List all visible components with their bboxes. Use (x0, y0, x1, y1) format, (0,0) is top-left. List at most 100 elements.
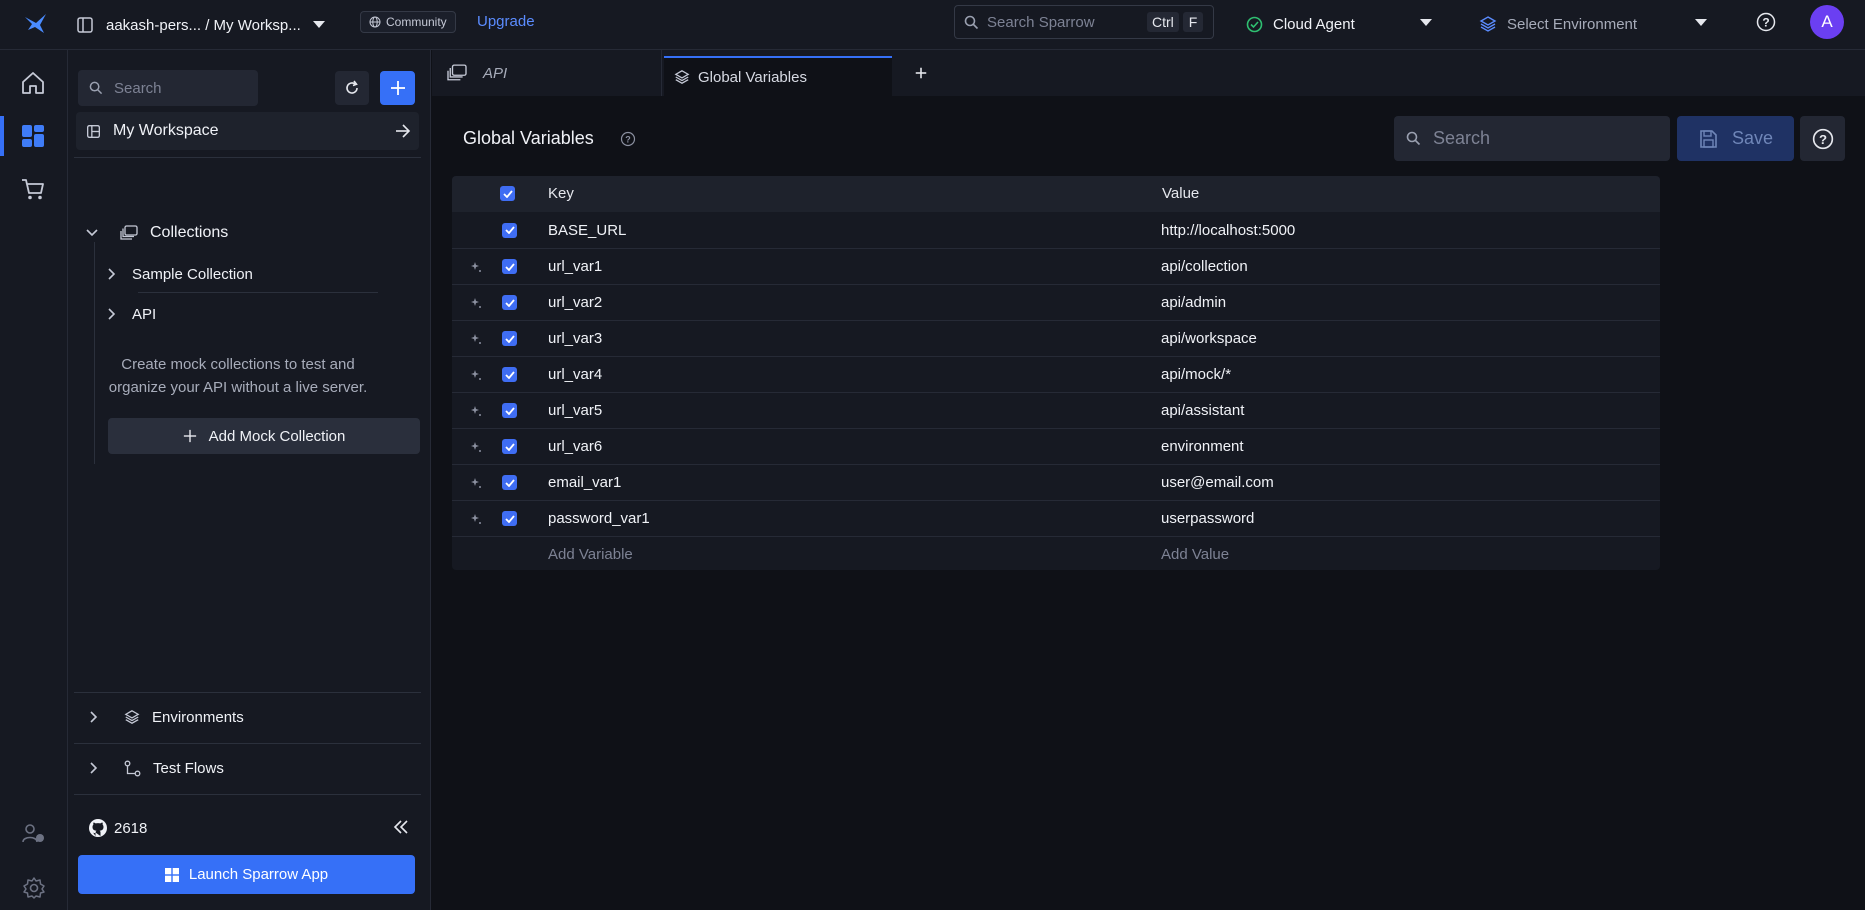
add-value-input[interactable]: Add Value (1161, 546, 1229, 563)
workspace-row[interactable]: My Workspace (76, 112, 419, 150)
sparkle-icon[interactable] (470, 369, 482, 381)
variable-value[interactable]: http://localhost:5000 (1161, 222, 1295, 239)
plus-icon (183, 429, 197, 443)
save-button[interactable]: Save (1677, 116, 1794, 161)
tab-api[interactable]: API (432, 50, 662, 96)
variable-key[interactable]: password_var1 (548, 510, 650, 527)
sidebar-item-label: API (132, 305, 157, 323)
sparrow-logo-icon[interactable] (24, 13, 48, 35)
environments-label: Environments (152, 708, 244, 726)
add-mock-collection-button[interactable]: Add Mock Collection (108, 418, 420, 454)
table-row: url_var1 api/collection (452, 248, 1660, 284)
environments-section[interactable]: Environments (90, 704, 244, 730)
chevron-right-icon (108, 308, 116, 320)
sparkle-icon[interactable] (470, 441, 482, 453)
variable-value[interactable]: api/collection (1161, 258, 1248, 275)
collapse-sidebar-icon[interactable] (393, 820, 409, 834)
sparkle-icon[interactable] (470, 513, 482, 525)
chevron-down-icon (312, 21, 325, 29)
variable-value[interactable]: api/admin (1161, 294, 1226, 311)
sidebar-item-label: Sample Collection (132, 265, 253, 283)
info-icon[interactable]: ? (620, 131, 636, 147)
sparkle-icon[interactable] (470, 405, 482, 417)
community-badge: Community (360, 11, 456, 33)
sparkle-icon[interactable] (470, 333, 482, 345)
upgrade-link[interactable]: Upgrade (477, 13, 535, 30)
help-button[interactable]: ? (1800, 116, 1845, 161)
table-row: url_var4 api/mock/* (452, 356, 1660, 392)
table-row: password_var1 userpassword (452, 500, 1660, 536)
launch-app-button[interactable]: Launch Sparrow App (78, 855, 415, 894)
variable-value[interactable]: environment (1161, 438, 1244, 455)
variable-value[interactable]: api/mock/* (1161, 366, 1231, 383)
avatar[interactable]: A (1810, 5, 1844, 39)
variable-key[interactable]: url_var4 (548, 366, 602, 383)
variable-key[interactable]: url_var1 (548, 258, 602, 275)
collections-label: Collections (150, 224, 229, 241)
variable-key[interactable]: url_var6 (548, 438, 602, 455)
row-checkbox[interactable] (502, 331, 517, 346)
row-checkbox[interactable] (502, 295, 517, 310)
chevron-down-icon (86, 229, 98, 237)
variable-key[interactable]: url_var2 (548, 294, 602, 311)
select-all-checkbox[interactable] (500, 186, 515, 201)
sidebar-item-sample-collection[interactable]: Sample Collection (108, 261, 253, 287)
search-icon (964, 15, 979, 30)
row-checkbox[interactable] (502, 367, 517, 382)
variable-key[interactable]: BASE_URL (548, 222, 626, 239)
gear-icon[interactable] (22, 876, 46, 900)
variable-key[interactable]: url_var3 (548, 330, 602, 347)
sparkle-icon[interactable] (470, 477, 482, 489)
cart-icon[interactable] (20, 176, 46, 202)
variable-value[interactable]: userpassword (1161, 510, 1254, 527)
row-checkbox[interactable] (502, 259, 517, 274)
column-key: Key (548, 185, 574, 202)
tree-guide (94, 242, 95, 464)
team-settings-icon[interactable] (22, 822, 46, 846)
new-tab-plus-icon[interactable] (914, 66, 928, 80)
environment-selector[interactable]: Select Environment (1479, 12, 1719, 36)
variables-table: Key Value BASE_URL http://localhost:5000… (452, 176, 1660, 570)
arrow-right-icon[interactable] (395, 124, 411, 138)
add-button[interactable] (380, 71, 415, 105)
variables-search-input[interactable]: Search (1394, 116, 1670, 161)
main-panel: API Global Variables Global Variables ? … (432, 50, 1865, 910)
environment-label: Select Environment (1507, 15, 1638, 33)
help-icon[interactable]: ? (1756, 12, 1776, 32)
left-rail (0, 50, 68, 910)
row-checkbox[interactable] (502, 511, 517, 526)
variable-value[interactable]: api/workspace (1161, 330, 1257, 347)
sidebar-search-input[interactable]: Search (78, 70, 258, 106)
variable-key[interactable]: email_var1 (548, 474, 621, 491)
collections-header[interactable]: Collections (86, 220, 228, 246)
home-icon[interactable] (20, 70, 46, 96)
variable-key[interactable]: url_var5 (548, 402, 602, 419)
sidebar-item-api[interactable]: API (108, 301, 156, 327)
sparkle-icon[interactable] (470, 261, 482, 273)
row-checkbox[interactable] (502, 475, 517, 490)
workspace-label: My Workspace (113, 122, 219, 139)
tab-global-variables[interactable]: Global Variables (664, 56, 892, 96)
collections-icon[interactable] (20, 123, 46, 149)
row-checkbox[interactable] (502, 403, 517, 418)
sparkle-icon[interactable] (470, 297, 482, 309)
search-icon (1406, 131, 1421, 146)
launch-app-label: Launch Sparrow App (188, 866, 329, 883)
github-stars[interactable]: 2618 (88, 816, 147, 840)
table-row: email_var1 user@email.com (452, 464, 1660, 500)
workspace-switcher[interactable]: aakash-pers... / My Worksp... (76, 12, 325, 38)
variable-value[interactable]: user@email.com (1161, 474, 1274, 491)
workspace-path: aakash-pers... / My Worksp... (106, 16, 301, 34)
column-value: Value (1162, 185, 1200, 202)
variables-search-placeholder: Search (1433, 128, 1491, 148)
test-flows-section[interactable]: Test Flows (90, 755, 224, 781)
add-variable-input[interactable]: Add Variable (548, 546, 633, 563)
variable-value[interactable]: api/assistant (1161, 402, 1244, 419)
workspace-icon (86, 124, 101, 139)
refresh-button[interactable] (335, 71, 369, 105)
row-checkbox[interactable] (502, 439, 517, 454)
agent-label: Cloud Agent (1273, 15, 1355, 33)
global-search-box[interactable]: Search Sparrow Ctrl F (954, 5, 1214, 39)
agent-selector[interactable]: Cloud Agent (1246, 12, 1434, 36)
row-checkbox[interactable] (502, 222, 517, 238)
